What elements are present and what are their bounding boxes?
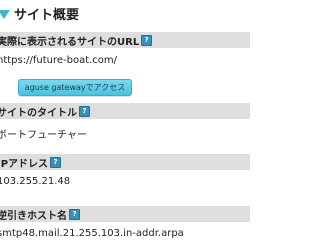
url-value: https://future-boat.com/: [0, 55, 118, 66]
help-icon[interactable]: ?: [50, 156, 62, 168]
site-title-value: ボートフューチャー: [0, 130, 87, 141]
ip-section-label: IPアドレス: [0, 158, 49, 170]
title-section-header: サイトのタイトル ?: [0, 103, 250, 119]
url-section-label: 実際に表示されるサイトのURL: [0, 36, 140, 48]
reverse-host-section-header: 逆引きホスト名 ?: [0, 206, 250, 222]
ip-section-header: IPアドレス ?: [0, 154, 250, 170]
site-overview-panel: サイト概要 実際に表示されるサイトのURL ? https://future-b…: [0, 0, 250, 250]
ip-address-value: 103.255.21.48: [0, 176, 71, 187]
help-icon[interactable]: ?: [69, 208, 80, 220]
help-icon[interactable]: ?: [141, 34, 153, 46]
triangle-bullet-icon: [0, 9, 10, 19]
reverse-host-section-label: 逆引きホスト名: [0, 210, 67, 222]
overview-title-text: サイト概要: [14, 7, 80, 23]
title-section-label: サイトのタイトル: [0, 107, 77, 119]
help-icon[interactable]: ?: [79, 105, 90, 117]
reverse-host-value: smtp48.mail.21.255.103.in-addr.arpa: [0, 228, 184, 239]
overview-heading: サイト概要: [0, 4, 80, 23]
url-section-header: 実際に表示されるサイトのURL ?: [0, 32, 250, 48]
aguse-gateway-button[interactable]: aguse gatewayでアクセス: [18, 79, 132, 96]
